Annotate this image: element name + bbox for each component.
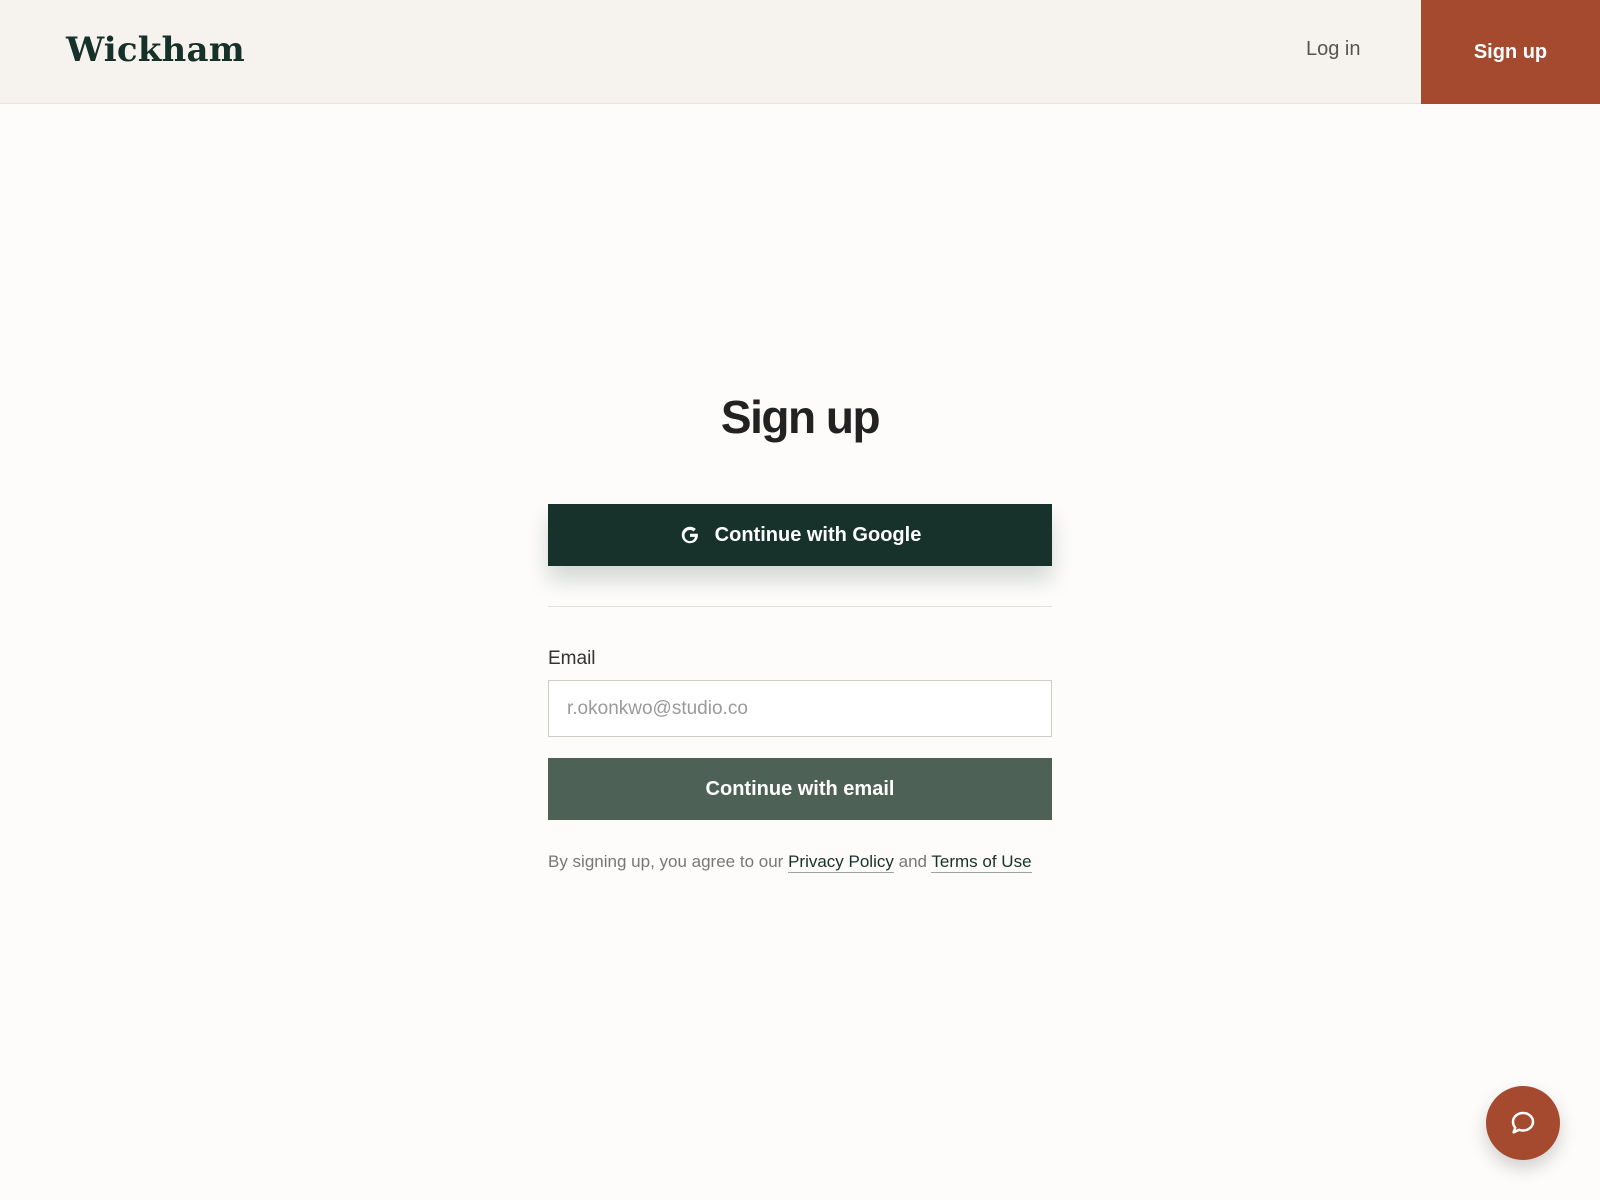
legal-notice: By signing up, you agree to our Privacy … [548,852,1068,873]
login-link[interactable]: Log in [1306,38,1361,61]
legal-conjunction: and [898,852,927,871]
legal-prefix: By signing up, you agree to our [548,852,784,871]
chat-button[interactable] [1486,1086,1560,1160]
chat-bubble-icon [1508,1108,1538,1138]
continue-with-google-button[interactable]: Continue with Google [548,504,1052,566]
google-button-label: Continue with Google [714,523,922,546]
signup-nav-label: Sign up [1473,40,1548,63]
privacy-policy-link[interactable]: Privacy Policy [788,852,894,873]
page-title: Sign up [720,391,881,443]
wickham-logo[interactable]: Wickham [66,30,245,70]
site-header: Wickham Log in Sign up [0,0,1600,104]
terms-of-use-link[interactable]: Terms of Use [931,852,1032,873]
email-button-label: Continue with email [705,777,895,800]
signup-nav-button[interactable]: Sign up [1421,0,1600,104]
email-label: Email [548,648,596,669]
continue-with-email-button[interactable]: Continue with email [548,758,1052,820]
google-icon [679,524,701,546]
divider [548,606,1052,607]
email-field[interactable] [548,680,1052,737]
